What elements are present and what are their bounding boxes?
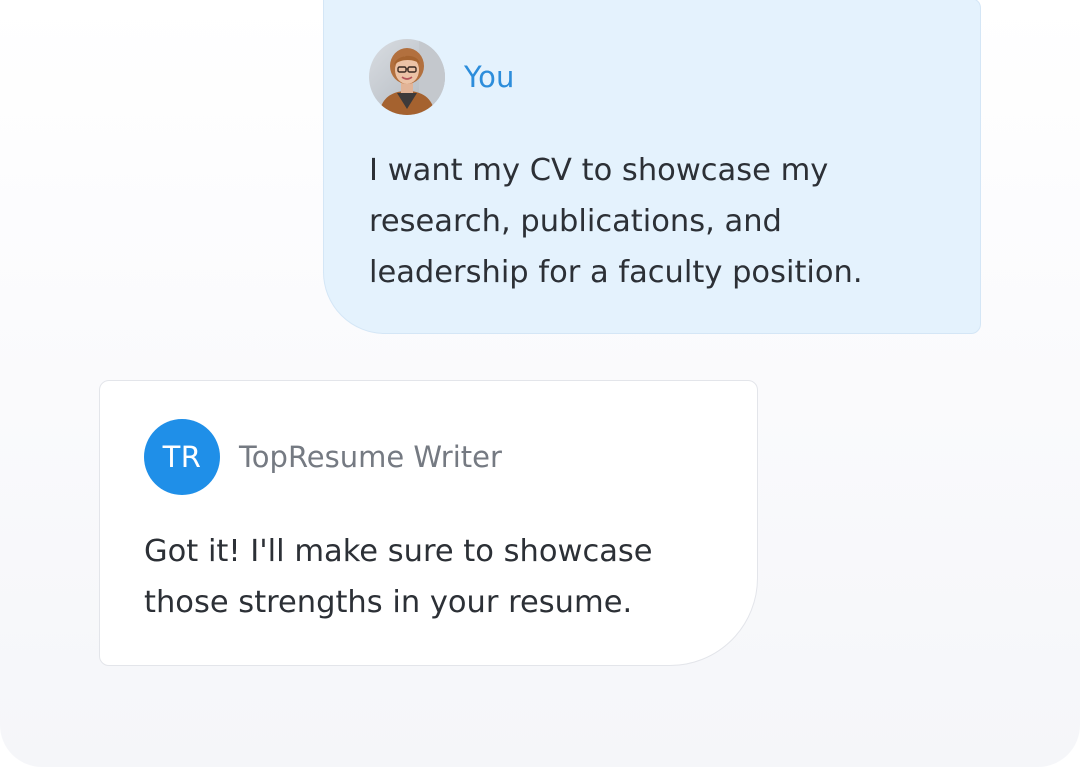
writer-message-header: TR TopResume Writer bbox=[144, 419, 502, 495]
user-sender-name: You bbox=[464, 60, 515, 94]
user-message-header: You bbox=[369, 39, 515, 115]
writer-message-bubble: TR TopResume Writer Got it! I'll make su… bbox=[99, 380, 758, 666]
user-avatar bbox=[369, 39, 445, 115]
user-message-bubble: You I want my CV to showcase my research… bbox=[323, 0, 981, 334]
chat-stage: You I want my CV to showcase my research… bbox=[0, 0, 1080, 767]
writer-message-text: Got it! I'll make sure to showcase those… bbox=[144, 534, 653, 620]
writer-avatar: TR bbox=[144, 419, 220, 495]
user-message-text: I want my CV to showcase my research, pu… bbox=[369, 153, 863, 290]
writer-sender-name: TopResume Writer bbox=[239, 440, 502, 474]
